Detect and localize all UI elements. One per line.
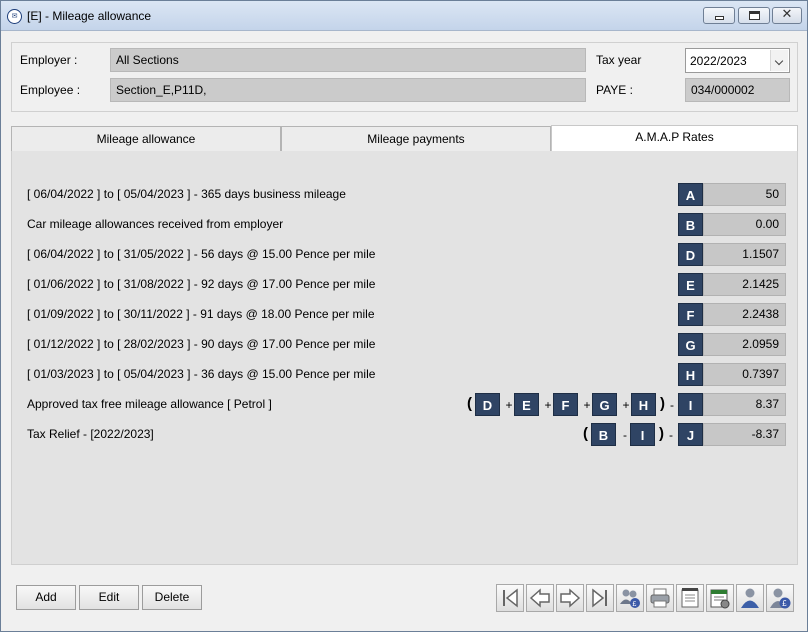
- row-value-field[interactable]: -8.37: [703, 423, 786, 446]
- report-settings-icon: [710, 589, 730, 609]
- row-letter-badge: B: [678, 213, 703, 236]
- print-button[interactable]: [646, 584, 674, 612]
- row-letter-badge: J: [678, 423, 703, 446]
- row-label: [ 01/09/2022 ] to [ 30/11/2022 ] - 91 da…: [27, 307, 375, 321]
- employee-pay-icon: £: [770, 588, 791, 609]
- tab-mileage-allowance[interactable]: Mileage allowance: [11, 126, 281, 151]
- row-label: [ 06/04/2022 ] to [ 05/04/2023 ] - 365 d…: [27, 187, 346, 201]
- mileage-allowance-window: ✉ [E] - Mileage allowance ✕ Employer : A…: [0, 0, 808, 632]
- row-value-field[interactable]: 2.0959: [703, 333, 786, 356]
- tax-year-label: Tax year: [596, 53, 642, 67]
- employee-label: Employee :: [20, 83, 81, 97]
- report-settings-button[interactable]: [706, 584, 734, 612]
- print-icon: [650, 588, 670, 608]
- formula-close-paren: ): [659, 425, 664, 442]
- formula-operator: +: [505, 398, 513, 412]
- previous-record-icon: [529, 588, 550, 608]
- formula-operator: -: [669, 428, 673, 442]
- minimize-icon: [715, 16, 724, 20]
- formula-operator: +: [544, 398, 552, 412]
- row-value-field[interactable]: 8.37: [703, 393, 786, 416]
- paye-field: 034/000002: [685, 78, 790, 102]
- employer-field: All Sections: [110, 48, 586, 72]
- employee-field: Section_E,P11D,: [110, 78, 586, 102]
- employees-payments-icon: £: [620, 589, 640, 608]
- row-value-field[interactable]: 50: [703, 183, 786, 206]
- edit-button[interactable]: Edit: [79, 585, 139, 610]
- close-icon: ✕: [781, 7, 793, 22]
- minimize-button[interactable]: [703, 7, 735, 24]
- row-label: [ 06/04/2022 ] to [ 31/05/2022 ] - 56 da…: [27, 247, 376, 261]
- formula-operator: -: [623, 428, 627, 442]
- svg-text:£: £: [633, 601, 637, 608]
- row-label: [ 01/03/2023 ] to [ 05/04/2023 ] - 36 da…: [27, 367, 376, 381]
- row-label: Tax Relief - [2022/2023]: [27, 427, 154, 441]
- row-label: Car mileage allowances received from emp…: [27, 217, 284, 231]
- row-value-field[interactable]: 1.1507: [703, 243, 786, 266]
- row-letter-badge: A: [678, 183, 703, 206]
- row-letter-badge: D: [678, 243, 703, 266]
- formula-letter-badge: D: [475, 393, 500, 416]
- chevron-down-icon[interactable]: [770, 50, 788, 71]
- row-letter-badge: F: [678, 303, 703, 326]
- formula-letter-badge: I: [630, 423, 655, 446]
- formula-letter-badge: E: [514, 393, 539, 416]
- formula-operator: -: [670, 398, 674, 412]
- formula-letter-badge: H: [631, 393, 656, 416]
- row-value-field[interactable]: 0.00: [703, 213, 786, 236]
- add-button[interactable]: Add: [16, 585, 76, 610]
- employee-pay-button[interactable]: £: [766, 584, 794, 612]
- tab-strip: Mileage allowance Mileage payments A.M.A…: [11, 125, 798, 151]
- bottom-bar: Add Edit Delete £ £: [1, 571, 807, 631]
- employees-payments-button[interactable]: £: [616, 584, 644, 612]
- row-value-field[interactable]: 2.2438: [703, 303, 786, 326]
- formula-letter-badge: F: [553, 393, 578, 416]
- notes-icon: [681, 588, 699, 608]
- row-letter-badge: H: [678, 363, 703, 386]
- tax-year-select[interactable]: 2022/2023: [685, 48, 790, 73]
- row-value-field[interactable]: 0.7397: [703, 363, 786, 386]
- employee-icon: [741, 588, 759, 608]
- previous-record-button[interactable]: [526, 584, 554, 612]
- app-logo-icon: ✉: [7, 9, 22, 24]
- window-title: [E] - Mileage allowance: [27, 9, 152, 23]
- maximize-icon: [749, 11, 760, 20]
- employer-label: Employer :: [20, 53, 78, 67]
- formula-operator: +: [583, 398, 591, 412]
- first-record-button[interactable]: [496, 584, 524, 612]
- first-record-icon: [503, 588, 518, 608]
- row-label: [ 01/12/2022 ] to [ 28/02/2023 ] - 90 da…: [27, 337, 376, 351]
- tax-year-value: 2022/2023: [690, 54, 747, 68]
- row-label: Approved tax free mileage allowance [ Pe…: [27, 397, 272, 411]
- last-record-icon: [592, 588, 607, 608]
- row-value-field[interactable]: 2.1425: [703, 273, 786, 296]
- delete-button[interactable]: Delete: [142, 585, 202, 610]
- row-letter-badge: G: [678, 333, 703, 356]
- formula-letter-badge: G: [592, 393, 617, 416]
- last-record-button[interactable]: [586, 584, 614, 612]
- formula-open-paren: (: [467, 395, 472, 412]
- formula-operator: +: [622, 398, 630, 412]
- svg-text:£: £: [782, 599, 787, 608]
- formula-close-paren: ): [660, 395, 665, 412]
- notes-button[interactable]: [676, 584, 704, 612]
- maximize-button[interactable]: [738, 7, 770, 24]
- formula-open-paren: (: [583, 425, 588, 442]
- row-letter-badge: E: [678, 273, 703, 296]
- paye-label: PAYE :: [596, 83, 633, 97]
- next-record-icon: [560, 588, 581, 608]
- title-bar[interactable]: ✉ [E] - Mileage allowance ✕: [1, 1, 807, 31]
- row-label: [ 01/06/2022 ] to [ 31/08/2022 ] - 92 da…: [27, 277, 376, 291]
- formula-letter-badge: B: [591, 423, 616, 446]
- tab-mileage-payments[interactable]: Mileage payments: [281, 126, 551, 151]
- tab-amap-rates[interactable]: A.M.A.P Rates: [551, 125, 798, 151]
- row-letter-badge: I: [678, 393, 703, 416]
- next-record-button[interactable]: [556, 584, 584, 612]
- close-button[interactable]: ✕: [772, 7, 802, 24]
- employee-button[interactable]: [736, 584, 764, 612]
